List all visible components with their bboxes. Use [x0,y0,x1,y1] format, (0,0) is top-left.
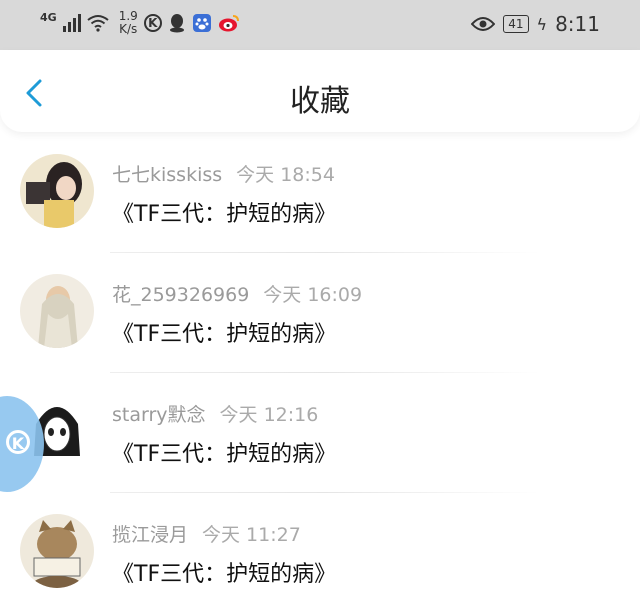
nav-header: 收藏 [0,50,640,132]
timestamp: 今天 18:54 [236,164,335,186]
k-app-icon: K [143,14,162,32]
eye-icon [471,17,496,31]
username: 花_259326969 [112,284,250,306]
favorite-title: 《TF三代：护短的病》 [112,202,337,227]
username: 七七kisskiss [112,164,223,186]
favorite-item[interactable]: 花_259326969 今天 16:09 《TF三代：护短的病》 [0,252,640,373]
timestamp: 今天 12:16 [219,404,319,426]
status-left: 4G 1.9 K/s K [40,10,240,36]
status-right: 41 ϟ 8:11 [471,12,600,36]
floating-k-icon: K [6,430,30,454]
speed-unit: K/s [119,22,138,36]
favorite-item[interactable]: 七七kisskiss 今天 18:54 《TF三代：护短的病》 [0,132,640,253]
timestamp: 今天 11:27 [202,524,301,546]
avatar[interactable] [20,274,94,348]
favorite-title: 《TF三代：护短的病》 [112,562,337,587]
net-speed: 1.9 K/s [119,10,138,36]
item-meta: starry默念 今天 12:16 [112,400,318,427]
username: starry默念 [112,404,206,426]
status-bar: 4G 1.9 K/s K 41 ϟ 8:11 [0,0,640,50]
item-meta: 七七kisskiss 今天 18:54 [112,160,335,187]
username: 揽江浸月 [112,524,189,546]
page-title: 收藏 [290,84,350,119]
favorite-title: 《TF三代：护短的病》 [112,322,337,347]
favorite-title: 《TF三代：护短的病》 [112,442,337,467]
network-type: 4G [40,10,57,24]
timestamp: 今天 16:09 [263,284,363,306]
item-meta: 揽江浸月 今天 11:27 [112,520,301,547]
battery-indicator: 41 [503,15,529,33]
avatar[interactable] [20,514,94,588]
weibo-icon [218,15,239,32]
baidu-icon [192,14,211,32]
qq-icon [169,14,184,33]
wifi-icon [87,15,109,32]
speed-value: 1.9 [118,9,138,23]
item-meta: 花_259326969 今天 16:09 [112,280,362,307]
clock: 8:11 [555,12,600,36]
favorite-item[interactable]: 揽江浸月 今天 11:27 《TF三代：护短的病》 [0,492,640,612]
avatar[interactable] [20,154,94,228]
charging-icon: ϟ [536,14,548,34]
signal-icon [62,14,81,32]
favorite-item[interactable]: starry默念 今天 12:16 《TF三代：护短的病》 [0,372,640,493]
